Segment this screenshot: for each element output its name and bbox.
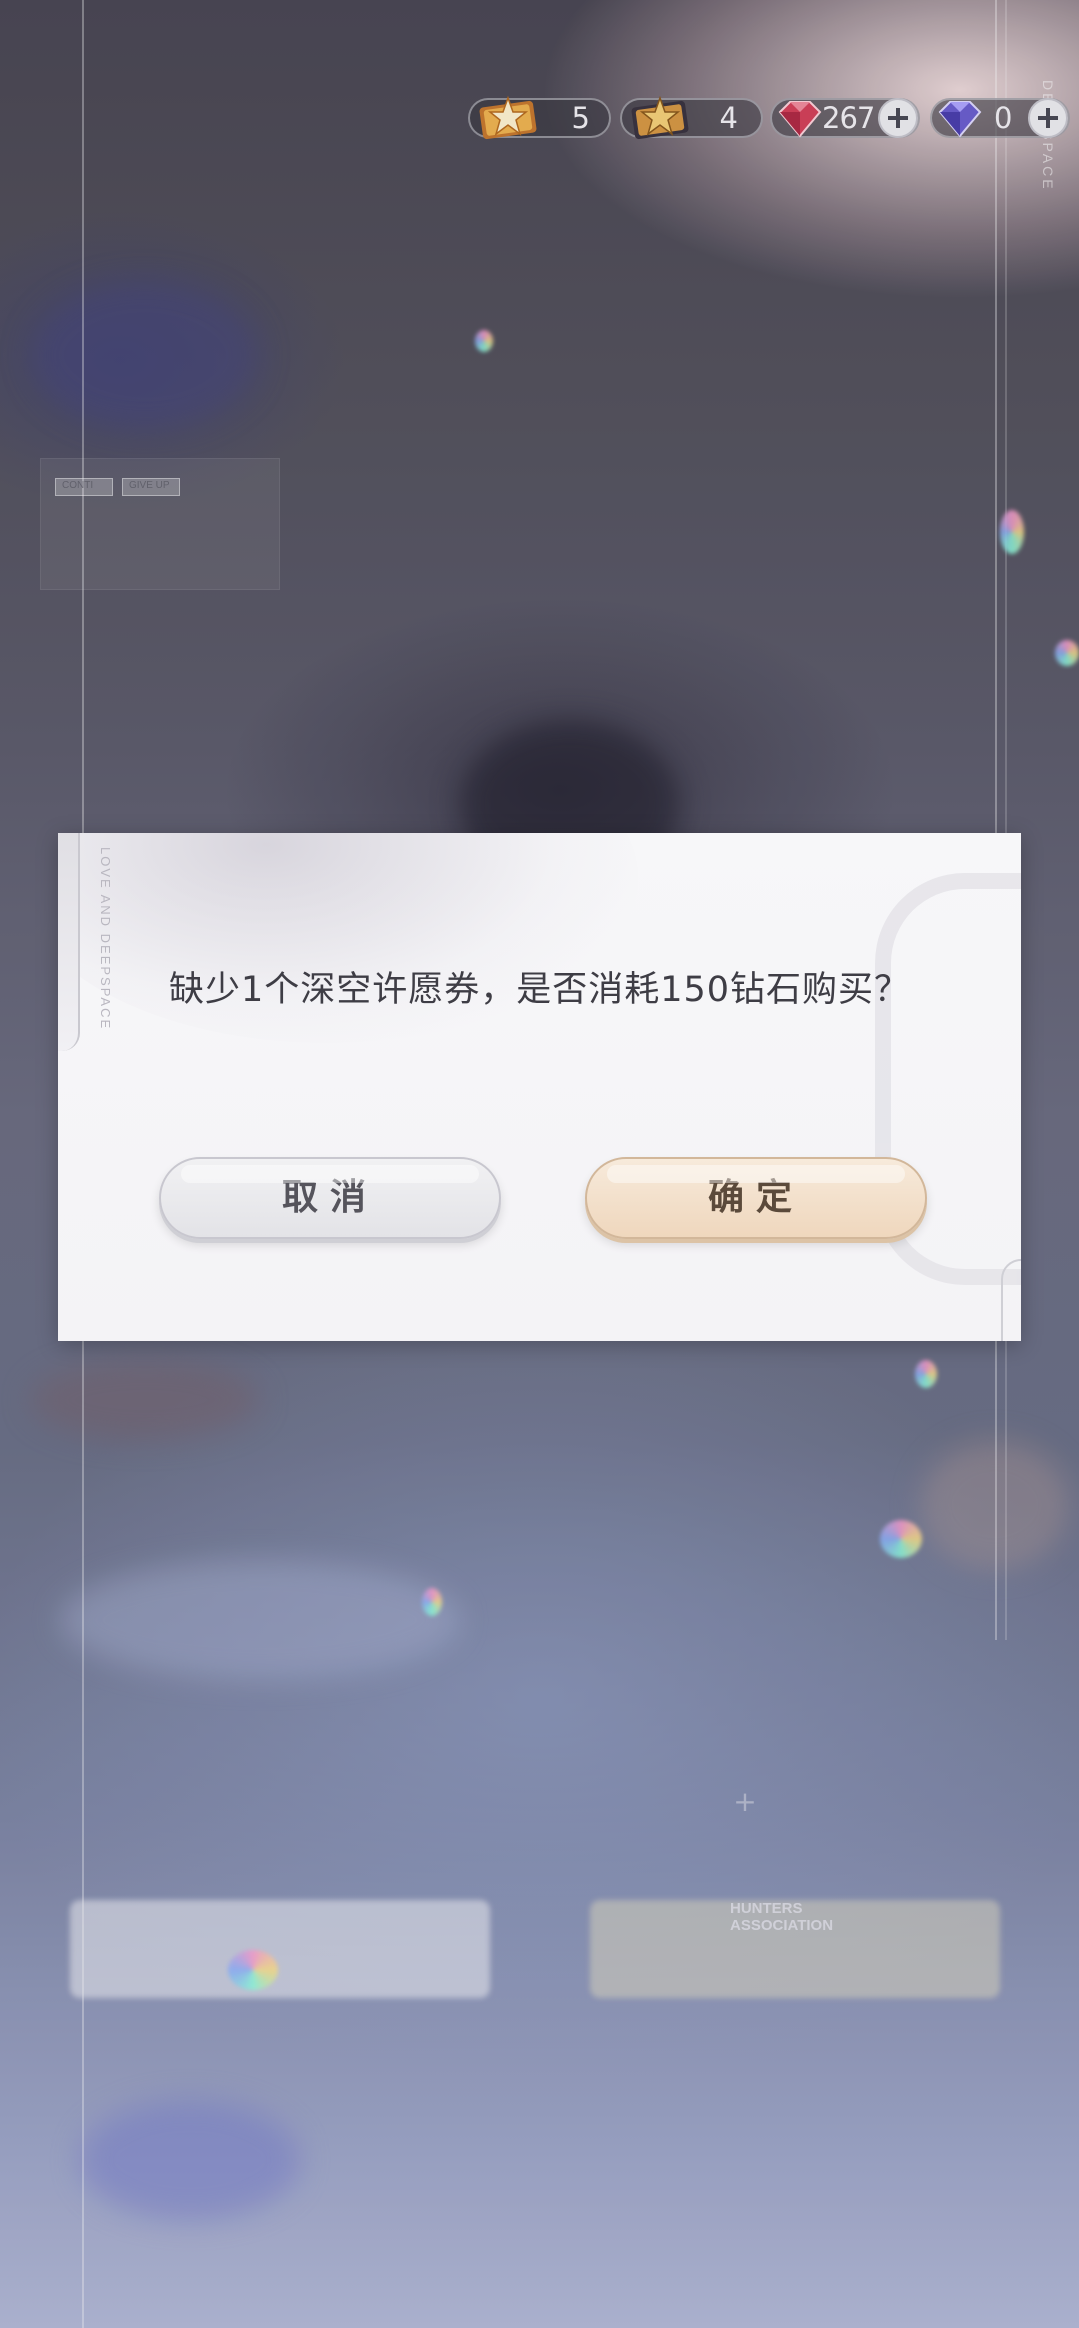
confirm-button[interactable]: 确定 <box>585 1157 927 1239</box>
dialog-message: 缺少1个深空许愿券，是否消耗150钻石购买？ <box>168 970 911 1010</box>
dialog-ribbon <box>58 833 80 1051</box>
dialog-decoration <box>1001 1259 1021 1341</box>
purchase-confirm-dialog: LOVE AND DEEPSPACE 缺少1个深空许愿券，是否消耗150钻石购买… <box>58 833 1021 1341</box>
cancel-button[interactable]: 取消 <box>159 1157 501 1239</box>
